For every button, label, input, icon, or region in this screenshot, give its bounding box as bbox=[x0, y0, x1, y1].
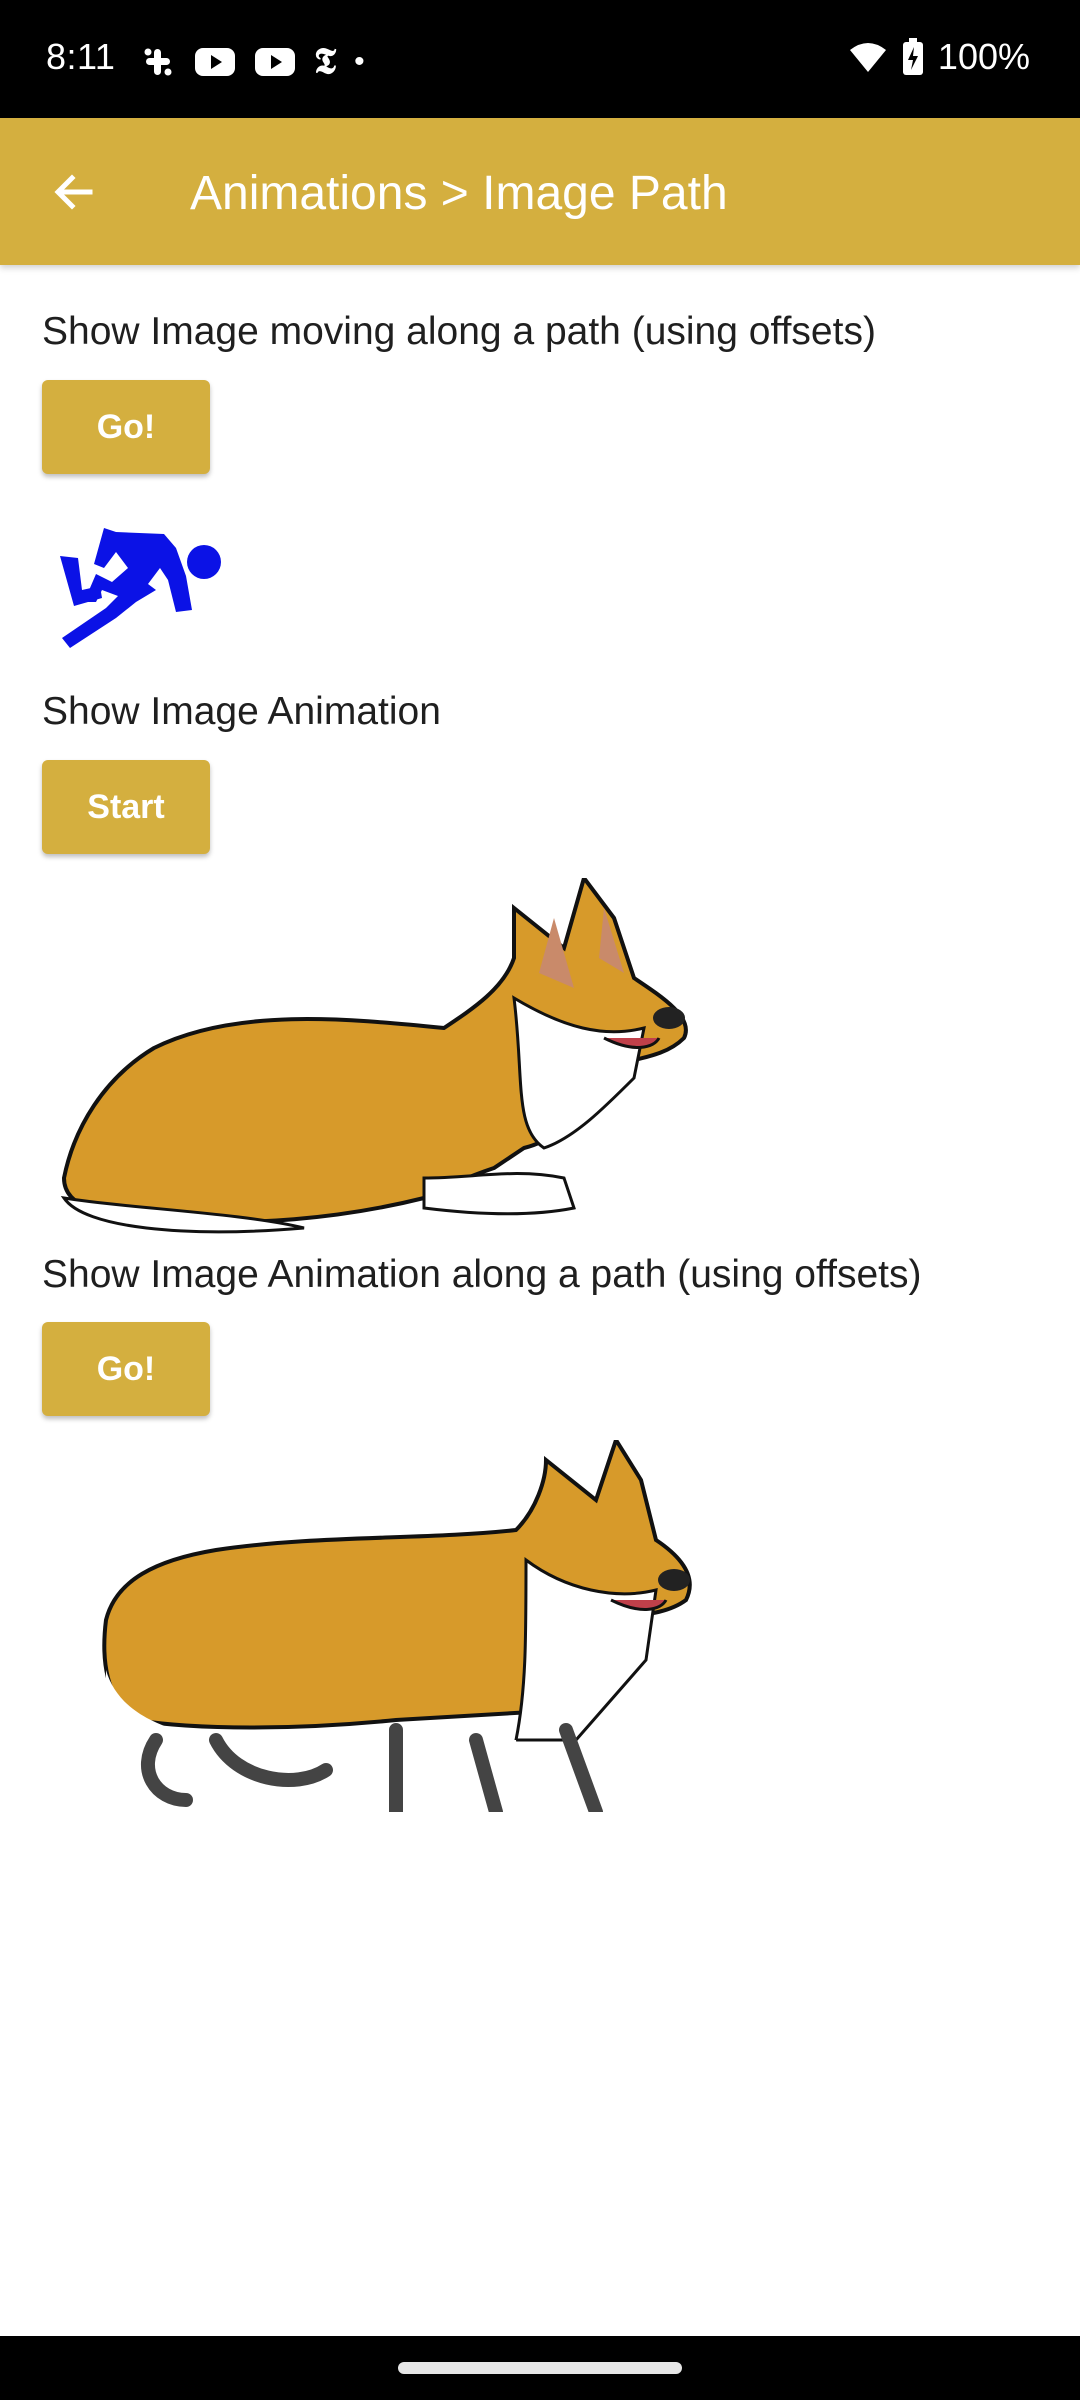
back-button[interactable] bbox=[46, 164, 102, 220]
youtube-icon bbox=[195, 47, 235, 76]
arrow-left-icon bbox=[54, 174, 93, 210]
app-bar: Animations > Image Path bbox=[0, 118, 1080, 265]
youtube-icon bbox=[255, 47, 295, 76]
slack-icon bbox=[144, 48, 172, 75]
running-man-image bbox=[60, 528, 221, 648]
battery-percent: 100% bbox=[937, 36, 1030, 77]
section-label-image-animation: Show Image Animation bbox=[42, 690, 441, 733]
go-button-path[interactable]: Go! bbox=[42, 380, 210, 474]
page-title: Animations > Image Path bbox=[190, 167, 728, 220]
dot-icon: • bbox=[354, 44, 365, 78]
nytimes-icon: 𝕿 bbox=[314, 40, 337, 82]
go-button-animation-path[interactable]: Go! bbox=[42, 1322, 210, 1416]
section-label-path-offsets: Show Image moving along a path (using of… bbox=[42, 310, 876, 353]
start-button[interactable]: Start bbox=[42, 760, 210, 854]
navigation-bar bbox=[0, 2336, 1080, 2400]
wifi-icon bbox=[849, 43, 886, 72]
status-bar: 8:11 𝕿 • 100% bbox=[0, 0, 1080, 118]
corgi-lying-image bbox=[60, 878, 688, 1234]
battery-charging-icon bbox=[902, 38, 923, 75]
corgi-walking-image bbox=[102, 1440, 692, 1812]
status-time: 8:11 bbox=[46, 36, 116, 77]
home-gesture-handle[interactable] bbox=[398, 2362, 682, 2374]
section-label-animation-path: Show Image Animation along a path (using… bbox=[42, 1253, 922, 1296]
